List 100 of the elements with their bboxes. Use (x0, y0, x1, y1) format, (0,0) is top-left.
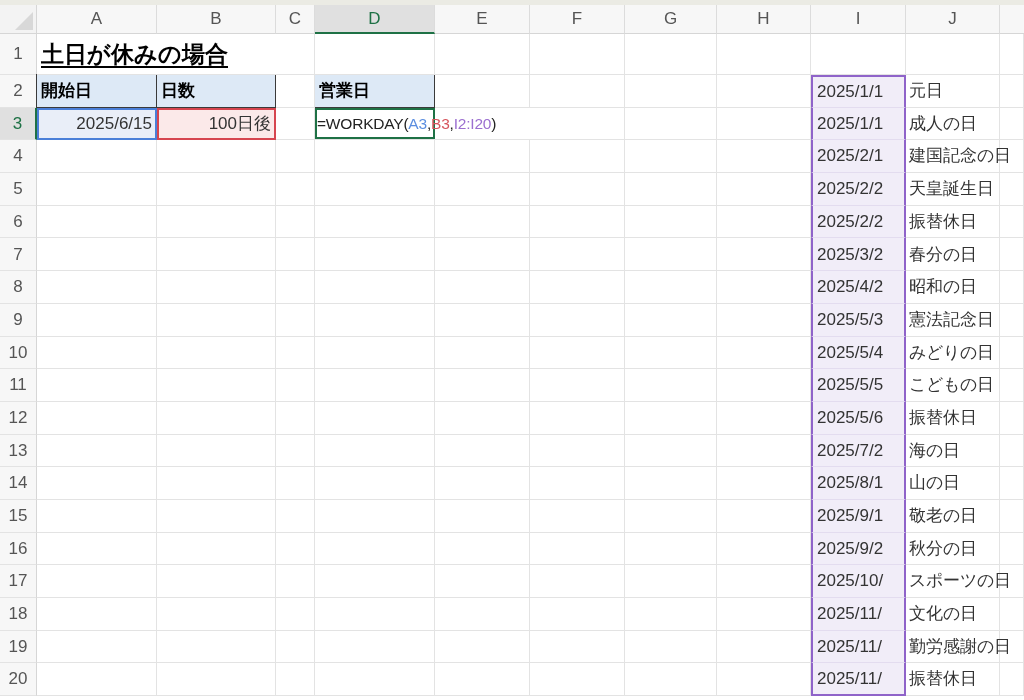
row-header[interactable]: 16 (0, 532, 37, 566)
column-header[interactable]: A (37, 5, 157, 34)
spreadsheet-cell[interactable] (157, 205, 276, 239)
spreadsheet-cell[interactable] (1000, 173, 1024, 206)
spreadsheet-cell[interactable] (276, 434, 315, 468)
spreadsheet-cell[interactable] (157, 238, 276, 272)
spreadsheet-cell[interactable] (276, 598, 315, 631)
row-header[interactable]: 6 (0, 205, 37, 239)
spreadsheet-cell[interactable] (37, 434, 157, 468)
holiday-date-cell[interactable]: 2025/2/2 (811, 173, 906, 206)
row-header[interactable]: 5 (0, 173, 37, 206)
spreadsheet-cell[interactable] (625, 565, 717, 598)
spreadsheet-cell[interactable] (37, 173, 157, 206)
spreadsheet-cell[interactable] (315, 434, 435, 468)
spreadsheet-cell[interactable] (37, 369, 157, 402)
spreadsheet-cell[interactable] (625, 336, 717, 370)
spreadsheet-cell[interactable] (625, 532, 717, 566)
spreadsheet-cell[interactable] (157, 630, 276, 664)
spreadsheet-cell[interactable] (157, 336, 276, 370)
spreadsheet-cell[interactable] (276, 205, 315, 239)
row-header[interactable]: 3 (0, 107, 37, 141)
spreadsheet-cell[interactable] (157, 303, 276, 337)
spreadsheet-cell[interactable] (435, 630, 530, 664)
spreadsheet-cell[interactable] (1000, 434, 1024, 468)
spreadsheet-cell[interactable] (530, 598, 625, 631)
spreadsheet-cell[interactable] (530, 336, 625, 370)
row-header[interactable]: 13 (0, 434, 37, 468)
spreadsheet-cell[interactable] (530, 369, 625, 402)
row-header[interactable]: 8 (0, 271, 37, 304)
spreadsheet-cell[interactable] (315, 630, 435, 664)
spreadsheet-cell[interactable] (435, 369, 530, 402)
holiday-date-cell[interactable]: 2025/7/2 (811, 434, 906, 468)
spreadsheet-cell[interactable] (530, 140, 625, 174)
row-header[interactable]: 9 (0, 303, 37, 337)
spreadsheet-cell[interactable] (315, 532, 435, 566)
spreadsheet-cell[interactable] (530, 434, 625, 468)
spreadsheet-cell[interactable] (530, 499, 625, 533)
spreadsheet-cell[interactable] (1000, 532, 1024, 566)
spreadsheet-cell[interactable] (435, 205, 530, 239)
spreadsheet-cell[interactable] (435, 34, 530, 75)
holiday-date-cell[interactable]: 2025/10/ (811, 565, 906, 598)
spreadsheet-cell[interactable] (157, 499, 276, 533)
spreadsheet-cell[interactable] (37, 565, 157, 598)
row-header[interactable]: 15 (0, 499, 37, 533)
column-header[interactable]: C (276, 5, 315, 34)
spreadsheet-cell[interactable] (157, 565, 276, 598)
column-header[interactable]: G (625, 5, 717, 34)
spreadsheet-cell[interactable] (315, 303, 435, 337)
spreadsheet-cell[interactable] (315, 173, 435, 206)
holiday-date-cell[interactable]: 2025/8/1 (811, 467, 906, 500)
spreadsheet-cell[interactable] (157, 663, 276, 697)
spreadsheet-cell[interactable] (157, 140, 276, 174)
spreadsheet-cell[interactable] (315, 336, 435, 370)
holiday-date-cell[interactable]: 2025/5/4 (811, 336, 906, 370)
spreadsheet-cell[interactable] (276, 303, 315, 337)
holiday-date-cell[interactable]: 2025/2/1 (811, 140, 906, 174)
spreadsheet-cell[interactable] (1000, 336, 1024, 370)
holiday-date-cell[interactable]: 2025/1/1 (811, 107, 906, 141)
spreadsheet-cell[interactable] (625, 434, 717, 468)
spreadsheet-cell[interactable] (625, 271, 717, 304)
spreadsheet-cell[interactable] (435, 303, 530, 337)
spreadsheet-cell[interactable] (1000, 467, 1024, 500)
spreadsheet-cell[interactable] (37, 401, 157, 435)
spreadsheet-cell[interactable] (315, 369, 435, 402)
days-cell[interactable]: 100日後 (157, 107, 276, 141)
spreadsheet-cell[interactable] (315, 140, 435, 174)
spreadsheet-cell[interactable] (315, 205, 435, 239)
row-header[interactable]: 20 (0, 663, 37, 697)
spreadsheet-cell[interactable] (435, 140, 530, 174)
spreadsheet-cell[interactable] (315, 271, 435, 304)
spreadsheet-cell[interactable] (1000, 34, 1024, 75)
spreadsheet-cell[interactable] (1000, 401, 1024, 435)
spreadsheet-cell[interactable] (530, 34, 625, 75)
spreadsheet-cell[interactable] (625, 499, 717, 533)
holiday-date-cell[interactable]: 2025/5/3 (811, 303, 906, 337)
spreadsheet-cell[interactable] (276, 532, 315, 566)
spreadsheet-cell[interactable] (625, 34, 717, 75)
row-header[interactable]: 17 (0, 565, 37, 598)
spreadsheet-cell[interactable] (37, 140, 157, 174)
spreadsheet-cell[interactable] (625, 140, 717, 174)
spreadsheet-cell[interactable] (315, 499, 435, 533)
spreadsheet-cell[interactable] (276, 238, 315, 272)
spreadsheet-cell[interactable] (157, 173, 276, 206)
row-header[interactable]: 12 (0, 401, 37, 435)
spreadsheet-cell[interactable] (717, 34, 811, 75)
row-header[interactable]: 4 (0, 140, 37, 174)
spreadsheet-cell[interactable] (276, 173, 315, 206)
holiday-date-cell[interactable]: 2025/9/2 (811, 532, 906, 566)
spreadsheet-cell[interactable] (530, 173, 625, 206)
spreadsheet-cell[interactable] (315, 663, 435, 697)
spreadsheet-cell[interactable] (1000, 369, 1024, 402)
spreadsheet-cell[interactable] (625, 369, 717, 402)
holiday-date-cell[interactable]: 2025/3/2 (811, 238, 906, 272)
column-header[interactable]: F (530, 5, 625, 34)
spreadsheet-cell[interactable] (530, 565, 625, 598)
spreadsheet-cell[interactable] (315, 598, 435, 631)
spreadsheet-cell[interactable] (157, 598, 276, 631)
row-header[interactable]: 18 (0, 598, 37, 631)
spreadsheet-cell[interactable] (625, 303, 717, 337)
spreadsheet-cell[interactable] (435, 499, 530, 533)
